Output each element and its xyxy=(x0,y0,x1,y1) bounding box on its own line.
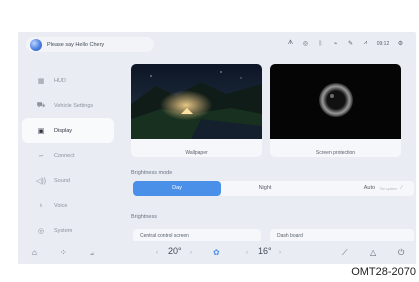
profile-icon: ᗑ xyxy=(287,40,294,46)
mode-night-option[interactable]: Night xyxy=(221,181,309,196)
signal-icon: ◎ xyxy=(302,41,309,47)
home-icon[interactable]: ⌂ xyxy=(32,247,37,258)
sidebar-item-vehicle-settings[interactable]: ⛟ Vehicle Settings xyxy=(22,93,114,118)
chevron-right-icon: ⁄ xyxy=(401,185,402,191)
left-temp-increase[interactable]: › xyxy=(190,248,192,259)
link-icon: ∽ xyxy=(38,152,44,160)
infotainment-screen: Please say Hello Chery ᗑ ◎ ᛒ ⌁ ✎ ⩘ 09:12… xyxy=(18,32,416,264)
brightness-title: Brightness xyxy=(131,214,157,220)
sidebar-item-voice[interactable]: ♁ Voice xyxy=(22,193,114,218)
left-temperature: 20° xyxy=(168,246,182,256)
right-temp-increase[interactable]: › xyxy=(279,248,281,259)
speaker-icon: ◁)) xyxy=(35,177,47,185)
right-temperature: 16° xyxy=(258,246,272,256)
clock: 09:12 xyxy=(376,40,390,47)
sidebar-item-hud[interactable]: ▦ HUD xyxy=(22,68,114,93)
wiper-icon[interactable]: ⟋ xyxy=(342,247,348,258)
mode-day-option[interactable]: Day xyxy=(133,181,221,196)
sidebar-item-label: Sound xyxy=(54,177,70,184)
screen-protection-card[interactable]: Screen protection xyxy=(270,64,401,157)
car-icon: ⛟ xyxy=(36,102,46,109)
settings-sidebar: ▦ HUD ⛟ Vehicle Settings ▣ Display ∽ Con… xyxy=(22,68,114,243)
mode-auto-option[interactable]: Auto The system ⁄ xyxy=(309,181,414,196)
sidebar-item-label: Voice xyxy=(54,202,68,209)
settings-icon[interactable]: ⚙ xyxy=(393,40,408,47)
warning-icon[interactable]: △ xyxy=(370,247,376,258)
display-icon: ▣ xyxy=(37,127,45,135)
power-icon[interactable]: ⏻ xyxy=(398,247,404,258)
seat-heating-icon[interactable]: ⟓ xyxy=(90,247,94,258)
sidebar-item-connect[interactable]: ∽ Connect xyxy=(22,143,114,168)
screen-protection-preview-image xyxy=(270,64,401,139)
apps-icon[interactable]: ⁘ xyxy=(60,247,67,258)
screen-protection-label: Screen protection xyxy=(315,150,356,156)
right-temp-decrease[interactable]: ‹ xyxy=(246,248,248,259)
bluetooth-icon: ᛒ xyxy=(318,40,323,47)
bottom-dock: ⌂ ⁘ ⟓ ‹ 20° › ✿ ‹ 16° › ⟋ △ ⏻ xyxy=(18,241,416,264)
figure-code: OMT28-2070 xyxy=(351,266,416,278)
left-temp-decrease[interactable]: ‹ xyxy=(156,248,158,259)
gear-icon: ◎ xyxy=(37,227,45,235)
sidebar-item-label: Display xyxy=(54,127,73,134)
display-settings-panel: Wallpaper Screen protection Brightness m… xyxy=(131,64,416,243)
wallpaper-card[interactable]: Wallpaper xyxy=(131,64,262,157)
wallpaper-label: Wallpaper xyxy=(185,150,208,156)
hud-icon: ▦ xyxy=(37,77,45,85)
voice-assistant-pill[interactable]: Please say Hello Chery xyxy=(26,37,154,52)
wifi-icon: ⩘ xyxy=(363,40,368,46)
brightness-mode-title: Brightness mode xyxy=(131,170,173,176)
microphone-icon: ♁ xyxy=(38,202,44,209)
sidebar-item-label: Vehicle Settings xyxy=(54,102,94,109)
status-bar: Please say Hello Chery ᗑ ◎ ᛒ ⌁ ✎ ⩘ 09:12… xyxy=(18,32,416,56)
usb-icon: ⌁ xyxy=(333,41,338,47)
sidebar-item-sound[interactable]: ◁)) Sound xyxy=(22,168,114,193)
sidebar-item-label: System xyxy=(54,227,73,234)
voice-assistant-icon xyxy=(30,38,42,51)
mode-auto-label: Auto xyxy=(363,185,376,191)
sidebar-item-label: HUD xyxy=(54,77,66,84)
fan-icon[interactable]: ✿ xyxy=(213,247,220,258)
status-icons: ᗑ ◎ ᛒ ⌁ ✎ ⩘ 09:12 ⚙ xyxy=(283,40,408,47)
sidebar-item-system[interactable]: ◎ System xyxy=(22,218,114,243)
voice-prompt: Please say Hello Chery xyxy=(47,41,105,48)
edit-icon: ✎ xyxy=(347,41,354,47)
wallpaper-preview-image xyxy=(131,64,262,139)
brightness-mode-selector: Day Night Auto The system ⁄ xyxy=(133,181,414,196)
mode-auto-subtext: The system xyxy=(379,186,398,191)
sidebar-item-label: Connect xyxy=(54,152,75,159)
sidebar-item-display[interactable]: ▣ Display xyxy=(22,118,114,143)
